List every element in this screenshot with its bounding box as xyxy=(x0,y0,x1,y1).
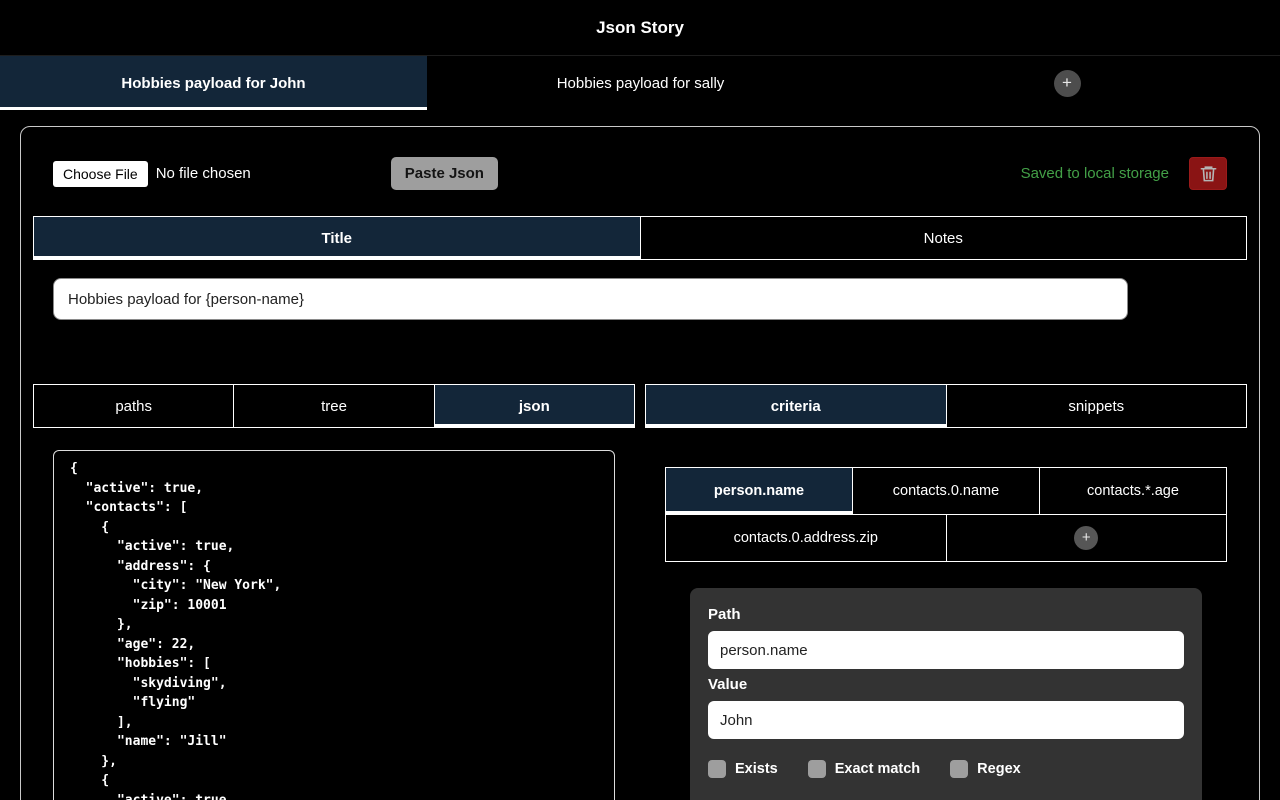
path-label: Path xyxy=(708,606,741,623)
json-panel: paths tree json { "active": true, "conta… xyxy=(33,384,635,800)
story-tab-filler: + xyxy=(854,56,1280,110)
checkbox-icon[interactable] xyxy=(708,760,726,778)
path-input[interactable] xyxy=(708,631,1184,669)
delete-story-button[interactable] xyxy=(1189,157,1227,190)
criteria-tab-contacts-star-age[interactable]: contacts.*.age xyxy=(1040,468,1226,514)
tab-tree[interactable]: tree xyxy=(234,385,434,427)
json-panel-tab-bar: paths tree json xyxy=(33,384,635,428)
tab-json[interactable]: json xyxy=(434,385,634,427)
regex-checkbox[interactable]: Regex xyxy=(950,760,1021,778)
toolbar: Choose File No file chosen Paste Json Sa… xyxy=(53,157,1227,190)
checkbox-label: Exists xyxy=(735,761,778,777)
criteria-checkboxes: Exists Exact match Regex xyxy=(708,760,1184,778)
story-tab-bar: Hobbies payload for John Hobbies payload… xyxy=(0,56,1280,110)
value-input[interactable] xyxy=(708,701,1184,739)
exact-match-checkbox[interactable]: Exact match xyxy=(807,760,921,778)
value-label: Value xyxy=(708,676,748,693)
trash-icon xyxy=(1200,166,1216,182)
exists-checkbox[interactable]: Exists xyxy=(708,760,778,778)
story-panel: Choose File No file chosen Paste Json Sa… xyxy=(20,126,1260,800)
criteria-tab-group: person.name contacts.0.name contacts.*.a… xyxy=(665,467,1227,562)
criteria-tab-contacts-0-address-zip[interactable]: contacts.0.address.zip xyxy=(666,515,946,561)
checkbox-label: Exact match xyxy=(834,761,921,777)
plus-icon: + xyxy=(1062,72,1072,92)
criteria-tab-person-name[interactable]: person.name xyxy=(666,468,852,514)
title-notes-tab-bar: Title Notes xyxy=(33,216,1247,260)
panels-row: paths tree json { "active": true, "conta… xyxy=(33,384,1247,800)
criteria-form-card: Path Value Exists Exact match xyxy=(690,588,1202,800)
saved-status-text: Saved to local storage xyxy=(1020,165,1169,182)
app-header: Json Story xyxy=(0,0,1280,56)
no-file-chosen-text: No file chosen xyxy=(155,165,251,182)
paste-json-button[interactable]: Paste Json xyxy=(390,157,498,190)
plus-icon: + xyxy=(1081,528,1091,546)
app-title: Json Story xyxy=(596,17,684,37)
criteria-panel: criteria snippets person.name contacts.0… xyxy=(645,384,1247,800)
checkbox-label: Regex xyxy=(977,761,1021,777)
add-criteria-button[interactable]: + xyxy=(1074,526,1099,550)
criteria-area: person.name contacts.0.name contacts.*.a… xyxy=(665,467,1227,800)
checkbox-icon[interactable] xyxy=(807,760,826,778)
criteria-tab-contacts-0-name[interactable]: contacts.0.name xyxy=(853,468,1039,514)
story-tab-john[interactable]: Hobbies payload for John xyxy=(0,56,427,110)
title-input[interactable] xyxy=(53,278,1128,320)
tab-title[interactable]: Title xyxy=(34,217,640,259)
add-story-button[interactable]: + xyxy=(1053,69,1081,97)
story-tab-sally[interactable]: Hobbies payload for sally xyxy=(427,56,854,110)
criteria-add-cell: + xyxy=(946,515,1226,561)
tab-snippets[interactable]: snippets xyxy=(946,385,1246,427)
checkbox-icon[interactable] xyxy=(950,760,969,778)
tab-criteria[interactable]: criteria xyxy=(646,385,946,427)
tab-notes[interactable]: Notes xyxy=(640,217,1246,259)
tab-paths[interactable]: paths xyxy=(34,385,234,427)
criteria-panel-tab-bar: criteria snippets xyxy=(645,384,1247,428)
json-code-view[interactable]: { "active": true, "contacts": [ { "activ… xyxy=(53,450,615,800)
title-notes-section: Title Notes xyxy=(33,216,1247,320)
choose-file-button[interactable]: Choose File xyxy=(53,160,148,187)
